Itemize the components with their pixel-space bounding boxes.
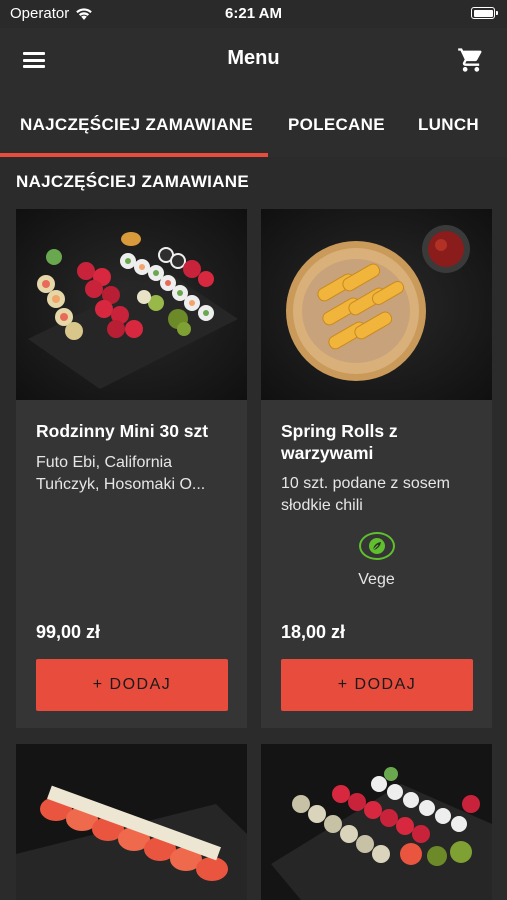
product-price: 18,00 zł (281, 622, 346, 642)
product-description: Futo Ebi, California Tuńczyk, Hosomaki O… (36, 452, 231, 496)
product-card[interactable]: Rodzinny Mini 30 szt Futo Ebi, Californi… (16, 209, 247, 728)
product-image-sushi-set[interactable] (16, 209, 247, 400)
product-image-salmon-roll[interactable] (16, 744, 247, 900)
product-image-spring-rolls[interactable] (261, 209, 492, 400)
product-image-sushi-platter[interactable] (261, 744, 492, 900)
product-price: 99,00 zł (36, 622, 101, 642)
status-time: 6:21 AM (225, 5, 282, 22)
product-card[interactable] (261, 744, 492, 900)
section-title: NAJCZĘŚCIEJ ZAMAWIANE (16, 172, 249, 191)
product-description-line: Tuńczyk, Hosomaki O... (36, 476, 206, 493)
tab-lunch[interactable]: LUNCH (418, 115, 479, 135)
product-card[interactable] (16, 744, 247, 900)
page-title: Menu (227, 47, 280, 69)
product-description: 10 szt. podane z sosem słodkie chili (281, 475, 450, 514)
add-to-cart-button[interactable]: + DODAJ (281, 659, 473, 711)
product-name: Rodzinny Mini 30 szt (36, 421, 209, 441)
product-name: Spring Rolls z warzywami (281, 421, 398, 463)
cart-icon[interactable] (457, 46, 485, 74)
add-to-cart-button[interactable]: + DODAJ (36, 659, 228, 711)
vege-badge: Vege (261, 532, 492, 589)
app-bar: Menu (0, 28, 507, 92)
category-tabs: NAJCZĘŚCIEJ ZAMAWIANE POLECANE LUNCH (0, 92, 507, 157)
status-bar: Operator 6:21 AM (0, 0, 507, 28)
tab-polecane[interactable]: POLECANE (288, 115, 385, 135)
product-description-line: Futo Ebi, California (36, 454, 173, 471)
leaf-icon (358, 532, 395, 560)
active-tab-indicator (0, 153, 268, 157)
product-card[interactable]: Spring Rolls z warzywami 10 szt. podane … (261, 209, 492, 728)
tab-najczesciej-zamawiane[interactable]: NAJCZĘŚCIEJ ZAMAWIANE (20, 115, 253, 135)
battery-icon (471, 7, 498, 19)
vege-label: Vege (358, 571, 395, 588)
